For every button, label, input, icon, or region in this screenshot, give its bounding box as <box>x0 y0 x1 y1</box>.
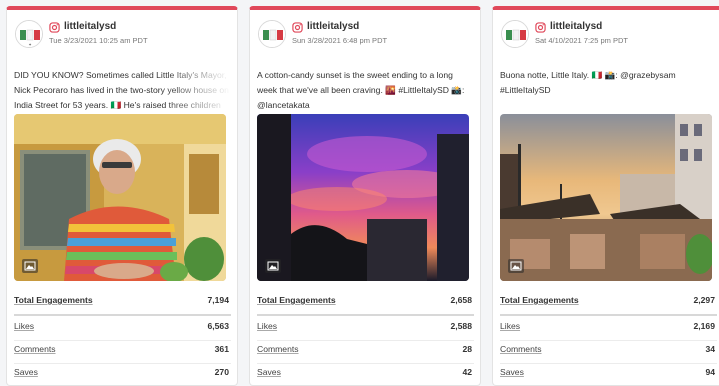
post-card[interactable]: ✦ littleitalysd Tue 3/23/2021 10:25 am P… <box>6 6 238 386</box>
image-icon <box>22 259 38 273</box>
post-caption: A cotton-candy sunset is the sweet endin… <box>257 70 465 110</box>
stat-value: 7,194 <box>207 295 229 305</box>
post-stats: Total Engagements 2,297 Likes 2,169 Comm… <box>500 292 717 385</box>
stat-value: 2,169 <box>693 321 715 331</box>
stat-label[interactable]: Likes <box>257 321 277 331</box>
stat-total-engagements: Total Engagements 7,194 <box>14 292 231 316</box>
account-handle[interactable]: littleitalysd <box>307 21 359 32</box>
post-image[interactable] <box>500 114 712 281</box>
post-date: Sun 3/28/2021 6:48 pm PDT <box>292 36 388 45</box>
stat-value: 2,588 <box>450 321 472 331</box>
stat-saves: Saves 94 <box>500 364 717 385</box>
post-header: littleitalysd Sun 3/28/2021 6:48 pm PDT <box>258 20 474 52</box>
stat-label[interactable]: Total Engagements <box>257 295 336 305</box>
stat-value: 94 <box>705 367 715 377</box>
instagram-icon <box>49 22 60 33</box>
stat-value: 270 <box>214 367 229 377</box>
avatar[interactable]: ✦ <box>15 20 43 48</box>
stat-value: 34 <box>705 344 715 354</box>
stat-likes: Likes 2,169 <box>500 318 717 341</box>
stat-label[interactable]: Saves <box>257 367 281 377</box>
stat-comments: Comments 34 <box>500 341 717 364</box>
stat-label[interactable]: Saves <box>14 367 38 377</box>
stat-value: 6,563 <box>207 321 229 331</box>
instagram-icon <box>535 22 546 33</box>
post-stats: Total Engagements 2,658 Likes 2,588 Comm… <box>257 292 474 385</box>
avatar[interactable] <box>258 20 286 48</box>
stat-value: 42 <box>462 367 472 377</box>
stat-value: 28 <box>462 344 472 354</box>
stat-value: 2,297 <box>693 295 715 305</box>
account-handle[interactable]: littleitalysd <box>550 21 602 32</box>
stat-likes: Likes 2,588 <box>257 318 474 341</box>
post-image[interactable] <box>14 114 226 281</box>
post-caption: Buona notte, Little Italy. 🇮🇹 📸: @grazeb… <box>500 70 676 95</box>
stat-label[interactable]: Saves <box>500 367 524 377</box>
post-stats: Total Engagements 7,194 Likes 6,563 Comm… <box>14 292 231 385</box>
post-date: Sat 4/10/2021 7:25 pm PDT <box>535 36 628 45</box>
stat-comments: Comments 361 <box>14 341 231 364</box>
post-card[interactable]: littleitalysd Sun 3/28/2021 6:48 pm PDT … <box>249 6 481 386</box>
stat-label[interactable]: Total Engagements <box>14 295 93 305</box>
stat-saves: Saves 42 <box>257 364 474 385</box>
image-icon <box>508 259 524 273</box>
post-image[interactable] <box>257 114 469 281</box>
stat-likes: Likes 6,563 <box>14 318 231 341</box>
image-icon <box>265 259 281 273</box>
stat-label[interactable]: Total Engagements <box>500 295 579 305</box>
post-header: ✦ littleitalysd Tue 3/23/2021 10:25 am P… <box>15 20 231 52</box>
stat-label[interactable]: Comments <box>257 344 299 354</box>
stat-value: 2,658 <box>450 295 472 305</box>
instagram-icon <box>292 22 303 33</box>
stat-saves: Saves 270 <box>14 364 231 385</box>
stat-total-engagements: Total Engagements 2,297 <box>500 292 717 316</box>
avatar[interactable] <box>501 20 529 48</box>
stat-total-engagements: Total Engagements 2,658 <box>257 292 474 316</box>
post-date: Tue 3/23/2021 10:25 am PDT <box>49 36 148 45</box>
post-card[interactable]: littleitalysd Sat 4/10/2021 7:25 pm PDT … <box>492 6 719 386</box>
stat-value: 361 <box>214 344 229 354</box>
stat-comments: Comments 28 <box>257 341 474 364</box>
stat-label[interactable]: Likes <box>500 321 520 331</box>
stat-label[interactable]: Comments <box>14 344 56 354</box>
post-header: littleitalysd Sat 4/10/2021 7:25 pm PDT <box>501 20 717 52</box>
stat-label[interactable]: Likes <box>14 321 34 331</box>
post-caption: DID YOU KNOW? Sometimes called Little It… <box>14 70 229 110</box>
stat-label[interactable]: Comments <box>500 344 542 354</box>
account-handle[interactable]: littleitalysd <box>64 21 116 32</box>
